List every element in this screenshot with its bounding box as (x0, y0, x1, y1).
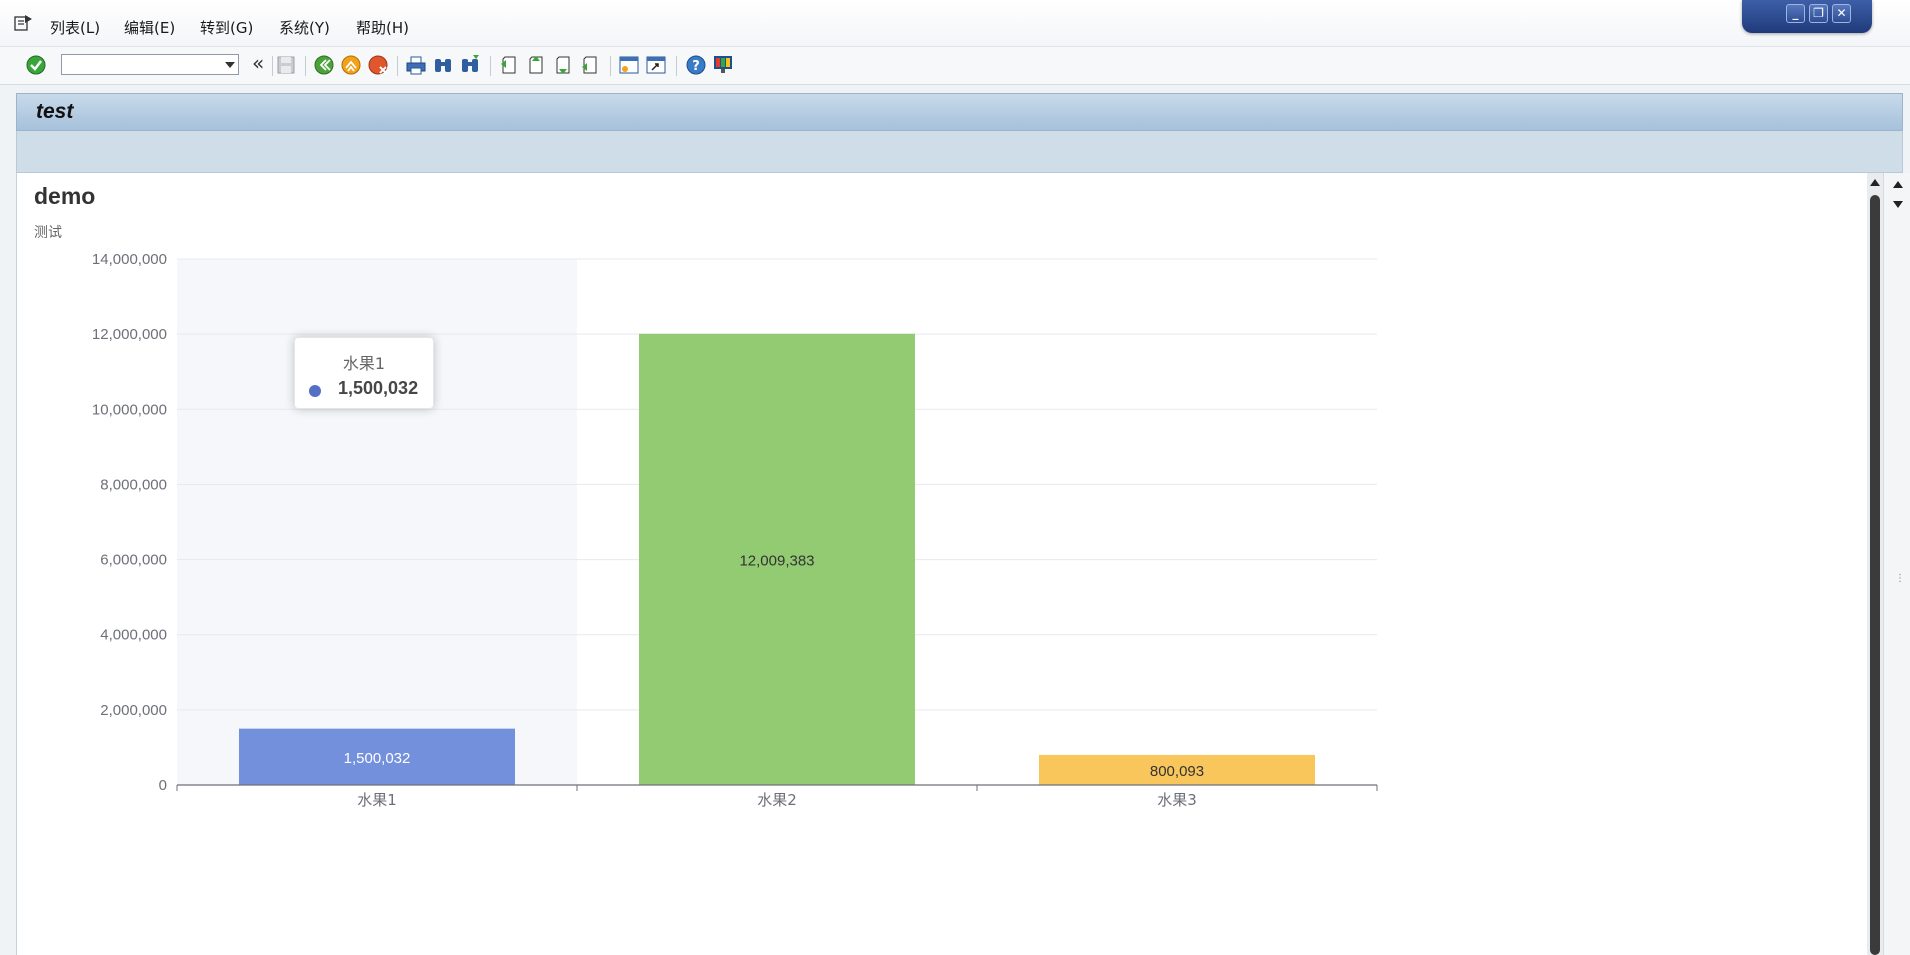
scroll-up-icon[interactable] (1870, 179, 1880, 186)
application-toolbar (16, 131, 1903, 173)
window-controls: _ ❐ ✕ (1742, 0, 1872, 33)
enter-icon[interactable] (25, 54, 47, 76)
previous-page-icon[interactable] (525, 54, 547, 76)
y-tick-label: 10,000,000 (92, 401, 167, 418)
minimize-button[interactable]: _ (1786, 4, 1805, 23)
scroll-up-icon[interactable] (1893, 181, 1903, 188)
side-scroll-panel: ⋮ (1883, 173, 1910, 955)
y-tick-label: 0 (159, 777, 167, 794)
screen-title-bar: test (16, 93, 1903, 131)
create-session-icon[interactable] (618, 54, 640, 76)
toolbar-separator (305, 56, 306, 76)
toolbar-separator (272, 56, 273, 76)
toolbar-separator (397, 56, 398, 76)
resize-grip-icon[interactable]: ⋮ (1895, 573, 1905, 584)
customize-layout-icon[interactable] (712, 54, 734, 76)
x-tick-label: 水果1 (357, 791, 397, 809)
standard-toolbar: « ? (0, 47, 1910, 85)
menu-system[interactable]: 系统(Y) (279, 17, 330, 38)
back-double-icon[interactable]: « (252, 51, 264, 75)
chart-subtitle: 测试 (34, 225, 62, 241)
toolbar-separator (610, 56, 611, 76)
tooltip-value: 1,500,032 (338, 378, 419, 398)
bar-chart: 0 2,000,000 4,000,000 6,000,000 8,000,000 10,… (92, 251, 1378, 809)
shortcut-icon[interactable] (645, 54, 667, 76)
vertical-scrollbar[interactable] (1867, 173, 1883, 955)
bar-value-label: 12,009,383 (739, 552, 814, 569)
bar-value-label: 800,093 (1150, 763, 1204, 780)
close-button[interactable]: ✕ (1832, 4, 1851, 23)
print-icon[interactable] (405, 54, 427, 76)
command-field[interactable] (61, 54, 239, 75)
scrollbar-thumb[interactable] (1870, 195, 1880, 955)
menu-goto[interactable]: 转到(G) (200, 17, 253, 38)
next-page-icon[interactable] (552, 54, 574, 76)
menu-help[interactable]: 帮助(H) (356, 17, 409, 38)
svg-text:?: ? (692, 59, 700, 74)
toolbar-separator (490, 56, 491, 76)
y-tick-label: 12,000,000 (92, 326, 167, 343)
y-tick-label: 6,000,000 (100, 552, 167, 569)
y-tick-label: 8,000,000 (100, 476, 167, 493)
y-tick-label: 2,000,000 (100, 702, 167, 719)
find-next-icon[interactable] (459, 54, 481, 76)
find-icon[interactable] (432, 54, 454, 76)
last-page-icon[interactable] (579, 54, 601, 76)
tooltip-category: 水果1 (342, 354, 386, 373)
menu-list[interactable]: 列表(L) (50, 17, 100, 38)
scroll-down-icon[interactable] (1893, 201, 1903, 208)
x-tick-label: 水果3 (1157, 791, 1197, 809)
help-icon[interactable]: ? (685, 54, 707, 76)
menu-bar: 列表(L) 编辑(E) 转到(G) 系统(Y) 帮助(H) _ ❐ ✕ (0, 0, 1910, 47)
restore-button[interactable]: ❐ (1809, 4, 1828, 23)
back-icon[interactable] (313, 54, 335, 76)
series-dot-icon (309, 385, 321, 397)
toolbar-separator (676, 56, 677, 76)
chart-title: demo (34, 183, 96, 209)
y-tick-label: 4,000,000 (100, 627, 167, 644)
bar-value-label: 1,500,032 (344, 750, 411, 767)
save-icon[interactable] (275, 54, 297, 76)
first-page-icon[interactable] (498, 54, 520, 76)
menu-icon[interactable] (14, 14, 34, 32)
chevron-down-icon[interactable] (225, 62, 235, 68)
html-viewer: 0 2,000,000 4,000,000 6,000,000 8,000,000 10,… (16, 173, 1868, 955)
x-tick-label: 水果2 (757, 791, 797, 809)
screen-title: test (36, 100, 74, 123)
exit-icon[interactable] (340, 54, 362, 76)
menu-edit[interactable]: 编辑(E) (124, 17, 175, 38)
y-tick-label: 14,000,000 (92, 251, 167, 268)
cancel-icon[interactable] (367, 54, 389, 76)
chart-tooltip: 水果1 1,500,032 (294, 337, 434, 409)
